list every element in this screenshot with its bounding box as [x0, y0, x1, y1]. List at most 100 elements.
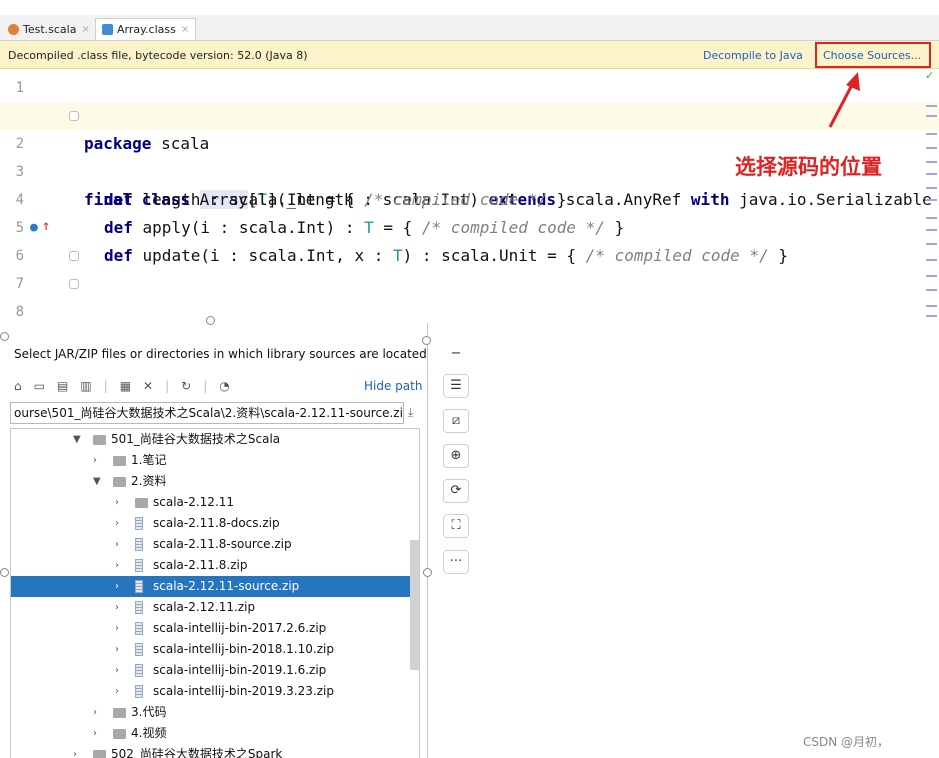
scala-file-icon	[8, 23, 19, 35]
chevron-right-icon[interactable]: ›	[93, 450, 97, 471]
tree-node[interactable]: ▼ 2.资料	[11, 471, 411, 492]
fold-icon[interactable]	[69, 279, 79, 289]
chevron-right-icon[interactable]: ›	[115, 660, 119, 681]
chevron-right-icon[interactable]: ›	[115, 534, 119, 555]
path-input[interactable]: ourse\501_尚硅谷大数据技术之Scala\2.资料\scala-2.12…	[10, 402, 404, 424]
folder-icon	[135, 498, 148, 508]
selection-handle[interactable]	[0, 568, 9, 577]
download-icon[interactable]: ⤓	[408, 405, 413, 420]
fold-icon[interactable]	[69, 111, 79, 121]
archive-icon	[135, 643, 143, 656]
zoom-in-icon[interactable]: ⊕	[443, 444, 469, 468]
close-icon[interactable]: ×	[181, 24, 189, 35]
override-gutter-icon[interactable]: ●	[30, 214, 38, 242]
tree-node[interactable]: › scala-intellij-bin-2019.3.23.zip	[11, 681, 411, 702]
tree-node-label: scala-intellij-bin-2017.2.6.zip	[153, 621, 327, 635]
close-icon[interactable]: ×	[81, 24, 89, 35]
code-line: 5 def update(i : scala.Int, x : T) : sca…	[0, 186, 939, 265]
folder-icon	[113, 456, 126, 466]
code-line: 7 }	[0, 242, 939, 292]
tree-node[interactable]: › 4.视频	[11, 723, 411, 744]
chevron-right-icon[interactable]: ›	[115, 681, 119, 702]
selection-handle[interactable]	[206, 316, 215, 325]
tree-node[interactable]: › 502_尚硅谷大数据技术之Spark	[11, 744, 411, 758]
minus-icon[interactable]: −	[443, 343, 469, 367]
archive-icon	[135, 538, 143, 551]
tree-node-label: 2.资料	[131, 474, 167, 488]
rotate-icon[interactable]: ⟳	[443, 479, 469, 503]
expand-icon[interactable]: ⛶	[443, 514, 469, 538]
tree-node[interactable]: › scala-intellij-bin-2017.2.6.zip	[11, 618, 411, 639]
tree-node[interactable]: › 1.笔记	[11, 450, 411, 471]
hide-path-link[interactable]: Hide path	[364, 379, 422, 393]
archive-icon	[135, 580, 143, 593]
tree-node-label: scala-intellij-bin-2019.1.6.zip	[153, 663, 327, 677]
tree-node[interactable]: ▼ 501_尚硅谷大数据技术之Scala	[11, 429, 411, 450]
tree-node[interactable]: › scala-2.12.11	[11, 492, 411, 513]
editor-tab-bar: Test.scala × Array.class ×	[0, 15, 939, 41]
fold-icon[interactable]	[69, 251, 79, 261]
selection-handle[interactable]	[0, 332, 9, 341]
code-line: 1 package scala	[0, 74, 939, 153]
home-icon[interactable]: ⌂	[14, 379, 22, 393]
chevron-right-icon[interactable]: ›	[115, 618, 119, 639]
align-icon[interactable]: ☰	[443, 374, 469, 398]
chevron-right-icon[interactable]: ›	[115, 555, 119, 576]
tree-node[interactable]: › scala-intellij-bin-2019.1.6.zip	[11, 660, 411, 681]
show-hidden-icon[interactable]: ◔	[219, 379, 229, 393]
tree-node[interactable]: › scala-2.12.11-source.zip	[11, 576, 411, 597]
archive-icon	[135, 685, 143, 698]
decompiled-notification-bar: Decompiled .class file, bytecode version…	[0, 41, 939, 69]
tree-node-label: 4.视频	[131, 726, 167, 740]
tree-node-label: scala-2.11.8.zip	[153, 558, 248, 572]
chevron-down-icon[interactable]: ▼	[73, 429, 81, 450]
chevron-right-icon[interactable]: ›	[73, 744, 77, 758]
chevron-right-icon[interactable]: ›	[93, 702, 97, 723]
tree-node-label: 3.代码	[131, 705, 167, 719]
tree-node-label: scala-2.12.11-source.zip	[153, 579, 300, 593]
tree-node[interactable]: › scala-2.11.8.zip	[11, 555, 411, 576]
module-icon[interactable]: ▥	[80, 379, 91, 393]
folder-icon	[93, 750, 106, 758]
code-line: 8 object Array extends scala.FallbackArr…	[0, 270, 939, 320]
chevron-right-icon[interactable]: ›	[115, 597, 119, 618]
tab-label: Test.scala	[23, 22, 77, 36]
chevron-down-icon[interactable]: ▼	[93, 471, 101, 492]
tree-node-label: 501_尚硅谷大数据技术之Scala	[111, 432, 281, 446]
code-editor[interactable]: 1 package scala 2 final class Array[T](_…	[0, 69, 939, 323]
decompile-to-java-link[interactable]: Decompile to Java	[703, 49, 803, 62]
more-icon[interactable]: ···	[443, 550, 469, 574]
tab-test-scala[interactable]: Test.scala ×	[2, 18, 96, 40]
tree-node-label: 1.笔记	[131, 453, 167, 467]
tree-node-label: scala-2.11.8-docs.zip	[153, 516, 280, 530]
selection-handle[interactable]	[422, 336, 431, 345]
new-folder-icon[interactable]: ▦	[120, 379, 131, 393]
tree-node[interactable]: › scala-2.12.11.zip	[11, 597, 411, 618]
delete-icon[interactable]: ✕	[143, 379, 153, 393]
tree-node[interactable]: › scala-2.11.8-source.zip	[11, 534, 411, 555]
tree-scrollbar[interactable]	[410, 540, 419, 670]
choose-sources-dialog: Select JAR/ZIP files or directories in w…	[0, 323, 428, 758]
tree-node[interactable]: › 3.代码	[11, 702, 411, 723]
desktop-icon[interactable]: ▭	[34, 379, 45, 393]
chevron-right-icon[interactable]: ›	[115, 639, 119, 660]
chevron-right-icon[interactable]: ›	[93, 723, 97, 744]
project-icon[interactable]: ▤	[57, 379, 68, 393]
tree-node[interactable]: › scala-intellij-bin-2018.1.10.zip	[11, 639, 411, 660]
tree-node[interactable]: › scala-2.11.8-docs.zip	[11, 513, 411, 534]
chevron-right-icon[interactable]: ›	[115, 492, 119, 513]
folder-icon	[113, 729, 126, 739]
chevron-right-icon[interactable]: ›	[115, 576, 119, 597]
refresh-icon[interactable]: ↻	[181, 379, 191, 393]
error-stripe	[926, 69, 938, 323]
selection-handle[interactable]	[423, 568, 432, 577]
tab-array-class[interactable]: Array.class ×	[95, 18, 197, 40]
arrow-up-icon: ↑	[42, 218, 51, 234]
file-tree[interactable]: ▼ 501_尚硅谷大数据技术之Scala › 1.笔记 ▼ 2.资料 › scala-2.12…	[10, 428, 420, 758]
chevron-right-icon[interactable]: ›	[115, 513, 119, 534]
tree-node-label: scala-intellij-bin-2018.1.10.zip	[153, 642, 334, 656]
code-line: 2 final class Array[T](_length : scala.I…	[0, 102, 939, 209]
crop-icon[interactable]: ⧄	[443, 409, 469, 433]
tree-node-label: scala-2.11.8-source.zip	[153, 537, 292, 551]
watermark: CSDN @月初，	[803, 735, 890, 749]
